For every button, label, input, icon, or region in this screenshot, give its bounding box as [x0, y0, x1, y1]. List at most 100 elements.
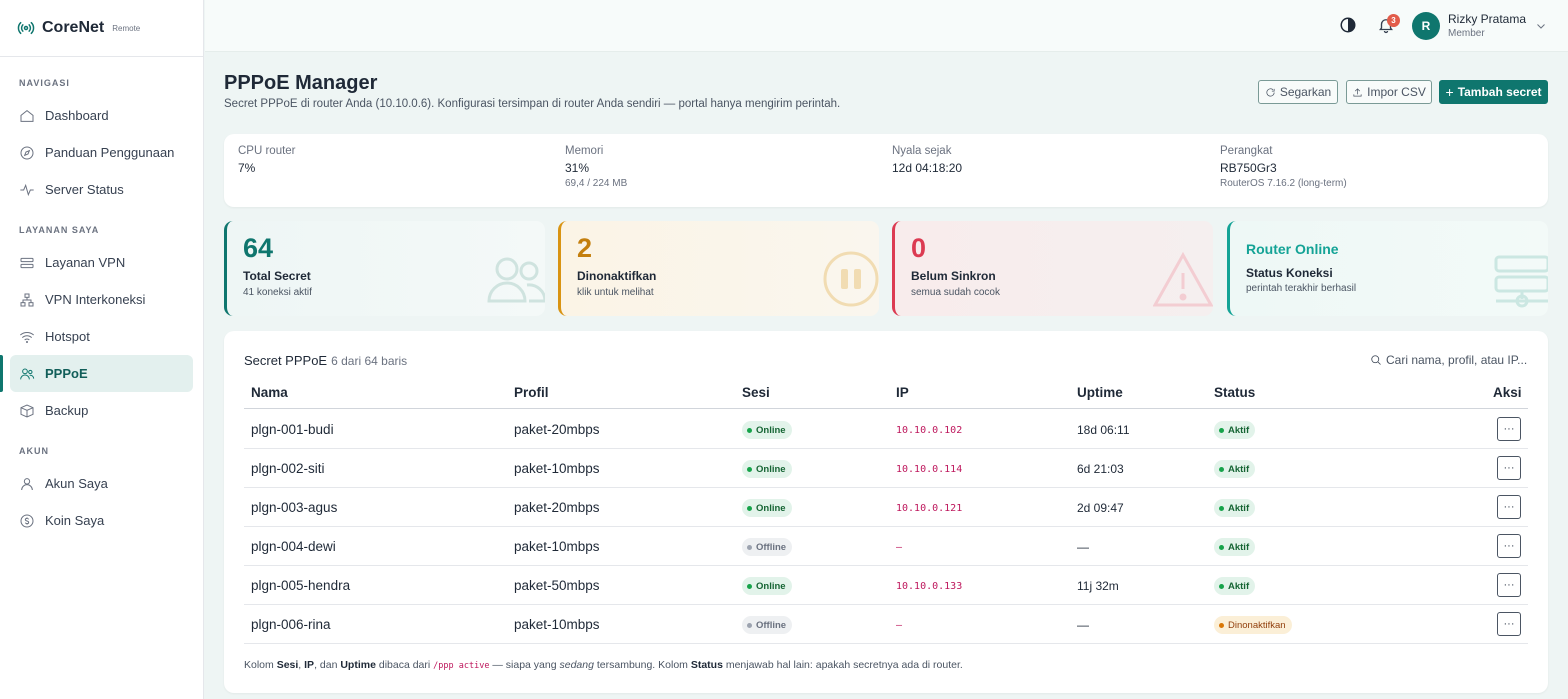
sidebar-item-account[interactable]: Akun Saya [10, 465, 193, 502]
session-label: Offline [756, 619, 787, 631]
row-actions-button[interactable]: ··· [1497, 534, 1521, 558]
row-actions-button[interactable]: ··· [1497, 417, 1521, 441]
row-actions-button[interactable]: ··· [1497, 456, 1521, 480]
avatar[interactable]: R [1412, 12, 1440, 40]
cell-name: plgn-004-dewi [251, 539, 336, 554]
nav-section-title: LAYANAN SAYA [19, 225, 100, 235]
footnote-bold: Status [690, 659, 723, 671]
network-icon [20, 293, 34, 306]
cell-uptime: 6d 21:03 [1077, 462, 1124, 476]
theme-toggle-icon[interactable] [1339, 16, 1357, 34]
sidebar-item-hotspot[interactable]: Hotspot [10, 318, 193, 355]
sidebar-item-label: Layanan VPN [45, 255, 126, 270]
cell-ip: 10.10.0.102 [896, 425, 963, 436]
stat-device: Perangkat RB750Gr3 RouterOS 7.16.2 (long… [1220, 145, 1347, 189]
footnote-text: dibaca dari [375, 659, 434, 671]
column-header-name[interactable]: Nama [251, 385, 288, 400]
status-dot [747, 466, 752, 472]
status-dot [1219, 427, 1224, 433]
table-row[interactable]: plgn-005-hendra paket-50mbps Online 10.1… [244, 566, 1528, 605]
status-label: Aktif [1228, 541, 1250, 553]
stat-label: Nyala sejak [892, 145, 952, 157]
user-role: Member [1448, 28, 1485, 39]
kpi-unsynced[interactable]: 0 Belum Sinkron semua sudah cocok [892, 221, 1213, 316]
status-badge: Aktif [1214, 577, 1256, 595]
user-menu[interactable]: Rizky Pratama Member [1448, 12, 1526, 39]
kpi-subtitle: semua sudah cocok [911, 287, 1000, 298]
sidebar-item-guide[interactable]: Panduan Penggunaan [10, 134, 193, 171]
refresh-button[interactable]: Segarkan [1258, 80, 1338, 104]
sidebar-item-pppoe[interactable]: PPPoE [0, 355, 193, 392]
add-secret-button[interactable]: + Tambah secret [1439, 80, 1548, 104]
coin-icon [20, 514, 34, 527]
status-label: Aktif [1228, 463, 1250, 475]
sidebar-item-vpn-interconnect[interactable]: VPN Interkoneksi [10, 281, 193, 318]
cell-profile: paket-20mbps [514, 422, 600, 437]
sidebar-item-label: Dashboard [45, 108, 109, 123]
table-row[interactable]: plgn-002-siti paket-10mbps Online 10.10.… [244, 449, 1528, 488]
refresh-label: Segarkan [1279, 85, 1332, 99]
sidebar-item-label: Koin Saya [45, 513, 105, 528]
status-dot [747, 622, 752, 628]
table-header: Nama Profil Sesi IP Uptime Status Aksi [244, 378, 1528, 409]
server-icon [1494, 255, 1548, 308]
cell-profile: paket-10mbps [514, 539, 600, 554]
row-actions-button[interactable]: ··· [1497, 612, 1521, 636]
column-header-action: Aksi [1493, 385, 1522, 400]
cell-uptime: 2d 09:47 [1077, 501, 1124, 515]
table-title-text: Secret PPPoE [244, 353, 328, 368]
session-label: Online [756, 502, 786, 514]
sidebar-item-dashboard[interactable]: Dashboard [10, 97, 193, 134]
brand[interactable]: CoreNet Remote [0, 0, 203, 57]
kpi-total-secret[interactable]: 64 Total Secret 41 koneksi aktif [224, 221, 545, 316]
app-tag: Remote [112, 23, 141, 33]
session-badge: Online [742, 577, 792, 595]
kpi-number: 0 [911, 233, 927, 263]
sidebar-item-label: Hotspot [45, 329, 90, 344]
footnote-bold: Sesi [276, 659, 299, 671]
column-header-ip[interactable]: IP [896, 385, 909, 400]
status-dot [1219, 544, 1224, 550]
footnote-text: menjawab hal lain: apakah secretnya ada … [722, 659, 963, 671]
kpi-title: Dinonaktifkan [577, 269, 657, 283]
search-box[interactable] [1370, 353, 1534, 367]
footnote-code: /ppp active [433, 661, 490, 671]
cell-ip: 10.10.0.121 [896, 503, 963, 514]
footnote-text: — siapa yang [489, 659, 560, 671]
table-row[interactable]: plgn-003-agus paket-20mbps Online 10.10.… [244, 488, 1528, 527]
user-icon [21, 477, 33, 490]
table-row[interactable]: plgn-006-rina paket-10mbps Offline — — D… [244, 605, 1528, 644]
sidebar-item-backup[interactable]: Backup [10, 392, 193, 429]
search-input[interactable] [1386, 353, 1534, 367]
sidebar-item-server-status[interactable]: Server Status [10, 171, 193, 208]
nav-section-title: NAVIGASI [19, 78, 70, 88]
kpi-disabled[interactable]: 2 Dinonaktifkan klik untuk melihat [558, 221, 879, 316]
table-row[interactable]: plgn-004-dewi paket-10mbps Offline — — A… [244, 527, 1528, 566]
column-header-profile[interactable]: Profil [514, 385, 549, 400]
search-icon [1371, 355, 1381, 365]
column-header-session[interactable]: Sesi [742, 385, 770, 400]
chevron-down-icon[interactable] [1535, 20, 1547, 32]
pulse-icon [20, 183, 34, 196]
import-csv-button[interactable]: Impor CSV [1346, 80, 1432, 104]
cell-ip: — [896, 620, 903, 631]
row-actions-button[interactable]: ··· [1497, 495, 1521, 519]
cell-uptime: — [1077, 618, 1089, 632]
status-badge: Dinonaktifkan [1214, 616, 1292, 634]
row-actions-button[interactable]: ··· [1497, 573, 1521, 597]
kpi-subtitle: 41 koneksi aktif [243, 287, 312, 298]
sidebar-item-coins[interactable]: Koin Saya [10, 502, 193, 539]
table-row[interactable]: plgn-001-budi paket-20mbps Online 10.10.… [244, 410, 1528, 449]
stat-label: Memori [565, 145, 604, 157]
sidebar-item-label: Server Status [45, 182, 124, 197]
stat-uptime: Nyala sejak 12d 04:18:20 [892, 145, 962, 175]
status-label: Aktif [1228, 424, 1250, 436]
column-header-uptime[interactable]: Uptime [1077, 385, 1123, 400]
session-badge: Offline [742, 538, 793, 556]
router-stats-card: CPU router 7% Memori 31% 69,4 / 224 MB N… [224, 134, 1548, 207]
column-header-status[interactable]: Status [1214, 385, 1255, 400]
stat-value: 31% [565, 161, 590, 175]
stat-label: Perangkat [1220, 145, 1273, 157]
user-name: Rizky Pratama [1448, 12, 1527, 26]
sidebar-item-vpn[interactable]: Layanan VPN [10, 244, 193, 281]
